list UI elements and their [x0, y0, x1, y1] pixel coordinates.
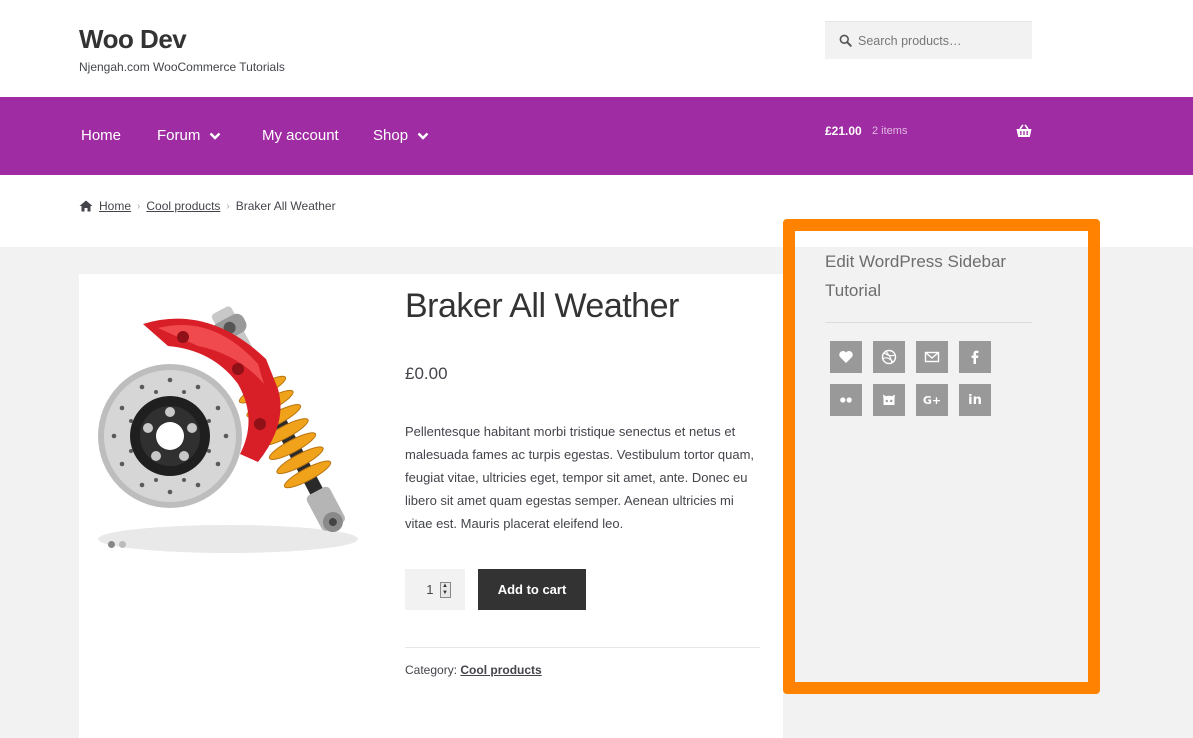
- github-icon: [883, 394, 895, 405]
- add-to-cart-button[interactable]: Add to cart: [478, 569, 586, 610]
- search-icon: [839, 34, 852, 47]
- primary-navigation: Home Forum My account Shop £21.00 2 item…: [0, 97, 1193, 175]
- nav-item-home[interactable]: Home: [81, 127, 121, 144]
- breadcrumb-category-link[interactable]: Cool products: [146, 199, 220, 213]
- product-description: Pellentesque habitant morbi tristique se…: [405, 424, 755, 531]
- spinner-down-icon[interactable]: ▼: [441, 590, 450, 597]
- google-plus-icon: G+: [922, 393, 942, 407]
- nav-item-label: Shop: [373, 127, 409, 144]
- breadcrumb-separator: ›: [226, 200, 230, 212]
- social-button-dribbble[interactable]: [873, 341, 905, 373]
- quantity-spinner[interactable]: ▲ ▼: [439, 581, 451, 598]
- nav-item-label: My account: [262, 127, 339, 144]
- flickr-icon: [840, 397, 852, 403]
- breadcrumb-home-link[interactable]: Home: [99, 199, 131, 213]
- chevron-down-icon: [417, 132, 429, 140]
- chevron-down-icon: [209, 132, 221, 140]
- widget-title: Edit WordPress Sidebar Tutorial: [825, 252, 1007, 300]
- email-icon: [924, 351, 940, 363]
- heart-icon: [839, 351, 853, 363]
- quantity-input[interactable]: [419, 582, 434, 597]
- breadcrumb-separator: ›: [137, 200, 141, 212]
- social-button-facebook[interactable]: [959, 341, 991, 373]
- social-button-email[interactable]: [916, 341, 948, 373]
- divider: [405, 647, 760, 648]
- social-button-heart[interactable]: [830, 341, 862, 373]
- home-icon: [79, 200, 93, 212]
- product-meta: Category: Cool products: [405, 663, 542, 677]
- category-link[interactable]: Cool products: [460, 663, 541, 677]
- brake-and-shock-image: [98, 306, 358, 553]
- social-icons-grid: G+ in: [830, 341, 991, 416]
- nav-item-label: Forum: [157, 127, 201, 144]
- nav-item-my-account[interactable]: My account: [262, 127, 339, 144]
- nav-item-forum[interactable]: Forum: [157, 127, 221, 144]
- product-title: Braker All Weather: [405, 287, 679, 325]
- product-image[interactable]: [88, 284, 365, 554]
- cart-total[interactable]: £21.00: [825, 124, 862, 138]
- search-box[interactable]: [825, 21, 1032, 59]
- social-button-flickr[interactable]: [830, 384, 862, 416]
- social-button-google-plus[interactable]: G+: [916, 384, 948, 416]
- gallery-dot[interactable]: [119, 541, 126, 548]
- linkedin-icon: in: [968, 392, 982, 408]
- site-tagline: Njengah.com WooCommerce Tutorials: [79, 60, 285, 74]
- facebook-icon: [971, 350, 979, 364]
- site-title[interactable]: Woo Dev: [79, 24, 187, 55]
- dribbble-icon: [881, 349, 897, 365]
- site-header: Woo Dev Njengah.com WooCommerce Tutorial…: [0, 0, 1193, 97]
- divider: [825, 322, 1032, 323]
- cart-count[interactable]: 2 items: [872, 125, 907, 137]
- search-input[interactable]: [858, 33, 1018, 48]
- breadcrumb: Home › Cool products › Braker All Weathe…: [79, 199, 336, 213]
- spinner-up-icon[interactable]: ▲: [441, 583, 450, 590]
- gallery-dots[interactable]: [108, 541, 126, 548]
- breadcrumb-current: Braker All Weather: [235, 199, 336, 213]
- nav-item-shop[interactable]: Shop: [373, 127, 429, 144]
- social-button-linkedin[interactable]: in: [959, 384, 991, 416]
- gallery-dot[interactable]: [108, 541, 115, 548]
- nav-item-label: Home: [81, 127, 122, 144]
- quantity-stepper[interactable]: ▲ ▼: [405, 569, 465, 610]
- social-button-github[interactable]: [873, 384, 905, 416]
- category-label: Category:: [405, 663, 458, 677]
- product-price: £0.00: [405, 364, 448, 383]
- basket-icon[interactable]: [1016, 124, 1032, 138]
